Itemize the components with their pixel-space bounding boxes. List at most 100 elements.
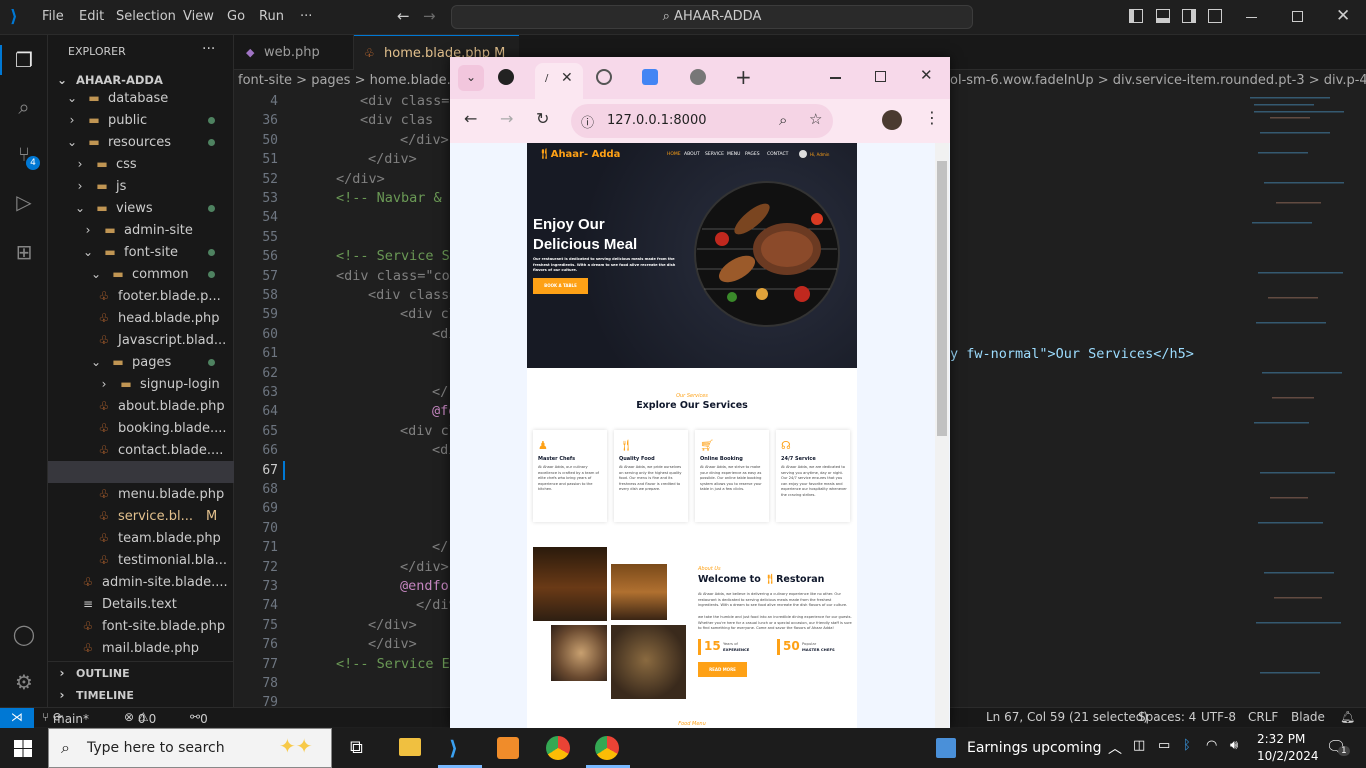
address-bar[interactable]: ⓘ 127.0.0.1:8000 ⌕ ☆ — [571, 104, 833, 138]
xampp-icon[interactable] — [497, 737, 519, 759]
stocks-widget-icon[interactable] — [936, 738, 956, 758]
chatgpt-tab-icon[interactable] — [596, 69, 612, 85]
tab-web-php[interactable]: ◆ web.php — [234, 35, 354, 70]
translate-tab-icon[interactable] — [642, 69, 658, 85]
forward-icon[interactable]: → — [500, 109, 513, 128]
service-card[interactable]: 🛒︎ Online Booking At Ahaar Adda, we strive… — [695, 430, 769, 522]
toggle-sidebar-icon[interactable] — [1129, 9, 1143, 23]
restore-icon[interactable] — [1292, 11, 1303, 22]
service-card[interactable]: 🍴︎ Quality Food At Ahaar Adda, we pride ou… — [614, 430, 688, 522]
vscode-taskbar-icon[interactable]: ⟩ — [449, 737, 471, 759]
minimap[interactable] — [1240, 92, 1355, 702]
nav-service[interactable]: SERVICE — [705, 152, 724, 157]
tree-item-pages[interactable]: ⌄ ▬ pages — [88, 351, 171, 373]
accounts-icon[interactable]: ◯ — [12, 622, 36, 646]
command-center-search[interactable]: ⌕ AHAAR-ADDA — [451, 5, 973, 29]
explorer-icon[interactable]: ❐ — [12, 48, 36, 72]
remote-indicator-icon[interactable]: ⋊ — [0, 708, 34, 728]
minimize-icon[interactable] — [1246, 17, 1257, 18]
service-card[interactable]: ♟ Master Chefs At Ahaar Adda, our culinary… — [533, 430, 607, 522]
tree-item-mail-blade-php[interactable]: ♧ mail.blade.php — [80, 637, 199, 659]
more-actions-icon[interactable]: ··· — [202, 41, 215, 57]
tree-item-font-site[interactable]: ⌄ ▬ font-site — [80, 241, 178, 263]
chrome-taskbar-icon[interactable] — [546, 736, 570, 760]
clock-time[interactable]: 2:32 PM — [1257, 732, 1305, 746]
breadcrumb-right[interactable]: ol-sm-6.wow.fadeInUp > div.service-item.… — [950, 73, 1366, 88]
tree-item-common[interactable]: ⌄ ▬ common — [88, 263, 189, 285]
menu-selection[interactable]: Selection — [116, 9, 176, 24]
tree-item-menu-blade-php[interactable]: ♧ menu.blade.php — [96, 483, 225, 505]
browser-close-icon[interactable]: ✕ — [920, 66, 933, 84]
menu-run[interactable]: Run — [259, 9, 284, 24]
tree-item-views[interactable]: ⌄ ▬ views — [72, 197, 153, 219]
profile-avatar[interactable] — [882, 110, 902, 130]
brand-logo[interactable]: 🍴︎Ahaar- Adda — [538, 149, 620, 160]
chrome-profile-taskbar-icon[interactable] — [595, 736, 619, 760]
tab-close-icon[interactable]: ✕ — [561, 70, 573, 86]
service-card[interactable]: ☊ 24/7 Service At Ahaar Adda, we are dedic… — [776, 430, 850, 522]
file-explorer-icon[interactable] — [399, 738, 421, 756]
reload-icon[interactable]: ↻ — [536, 109, 549, 128]
zoom-icon[interactable]: ⌕ — [779, 111, 787, 129]
encoding[interactable]: UTF-8 — [1201, 710, 1236, 724]
bluetooth-icon[interactable]: ᛒ — [1183, 738, 1191, 753]
taskbar-search-box[interactable]: ⌕ Type here to search ✦✦ — [48, 728, 332, 768]
page-scrollbar[interactable] — [935, 143, 949, 728]
search-icon[interactable]: ⌕ — [12, 95, 36, 119]
tab-search-icon[interactable]: ⌄ — [458, 65, 484, 91]
tree-item-footer-blade-p[interactable]: ♧ footer.blade.p... — [96, 285, 221, 307]
user-avatar[interactable] — [799, 150, 807, 158]
book-table-button[interactable]: BOOK A TABLE — [533, 278, 588, 294]
tree-item-testimonial-bla[interactable]: ♧ testimonial.bla... — [96, 549, 227, 571]
cursor-position[interactable]: Ln 67, Col 59 (21 selected) — [986, 710, 1148, 724]
toggle-secondary-sidebar-icon[interactable] — [1182, 9, 1196, 23]
tree-item-about-blade-php[interactable]: ♧ about.blade.php — [96, 395, 225, 417]
chrome-menu-icon[interactable]: ⋮ — [924, 108, 940, 127]
read-more-button[interactable]: READ MORE — [698, 662, 747, 677]
branch-indicator[interactable]: ⑂ main* ⟳ — [42, 710, 89, 726]
tree-item-head-blade-php[interactable]: ♧ head.blade.php — [96, 307, 220, 329]
active-tab[interactable]: / ✕ — [535, 63, 583, 99]
breadcrumb[interactable]: font-site > pages > home.blade. — [238, 73, 451, 88]
tree-item-admin-site[interactable]: › ▬ admin-site — [80, 219, 193, 241]
settings-gear-icon[interactable]: ⚙ — [12, 670, 36, 694]
wifi-icon[interactable]: ◠ — [1206, 738, 1217, 753]
problems-indicator[interactable]: ⊗ 0 ⚠ 0 — [124, 710, 156, 726]
menu-go[interactable]: Go — [227, 9, 245, 24]
nav-forward-icon[interactable]: → — [423, 7, 436, 25]
battery-icon[interactable]: ▭ — [1158, 738, 1170, 753]
github-tab-icon[interactable] — [498, 69, 514, 85]
browser-maximize-icon[interactable] — [875, 71, 886, 82]
globe-tab-icon[interactable] — [690, 69, 706, 85]
volume-icon[interactable]: 🔊︎ — [1230, 738, 1238, 753]
tree-item-public[interactable]: › ▬ public — [64, 109, 148, 131]
windows-start-icon[interactable] — [14, 740, 32, 757]
indentation[interactable]: Spaces: 4 — [1138, 710, 1196, 724]
customize-layout-icon[interactable] — [1208, 9, 1222, 23]
nav-about[interactable]: ABOUT — [684, 152, 700, 157]
tree-item-css[interactable]: › ▬ css — [72, 153, 137, 175]
eol[interactable]: CRLF — [1248, 710, 1278, 724]
user-greeting[interactable]: Hi, Admin — [810, 152, 829, 157]
tree-item-team-blade-php[interactable]: ♧ team.blade.php — [96, 527, 221, 549]
tree-item-booking-blade[interactable]: ♧ booking.blade.... — [96, 417, 227, 439]
menu-more[interactable]: ··· — [300, 9, 312, 24]
nav-home[interactable]: HOME — [667, 152, 681, 157]
menu-file[interactable]: File — [42, 9, 64, 24]
tree-item-contact-blade[interactable]: ♧ contact.blade.... — [96, 439, 224, 461]
timeline-section[interactable]: › TIMELINE — [54, 684, 134, 706]
menu-view[interactable]: View — [183, 9, 214, 24]
tree-item-service-bl[interactable]: ♧ service.bl... — [96, 505, 193, 527]
site-info-icon[interactable]: ⓘ — [581, 112, 594, 131]
run-debug-icon[interactable]: ▷ — [12, 190, 36, 214]
task-view-icon[interactable]: ⧉ — [350, 737, 363, 758]
extensions-icon[interactable]: ⊞ — [12, 240, 36, 264]
tree-item-font-site-blade-php[interactable]: ♧ font-site.blade.php — [80, 615, 226, 637]
nav-menu[interactable]: MENU — [727, 152, 740, 157]
tree-item-details-text[interactable]: ≡ Details.text — [80, 593, 177, 615]
bookmark-star-icon[interactable]: ☆ — [809, 110, 822, 128]
browser-minimize-icon[interactable] — [830, 77, 841, 79]
tree-item-admin-site-blade[interactable]: ♧ admin-site.blade.... — [80, 571, 228, 593]
meet-icon[interactable]: ◫ — [1133, 738, 1145, 753]
toggle-panel-icon[interactable] — [1156, 9, 1170, 23]
